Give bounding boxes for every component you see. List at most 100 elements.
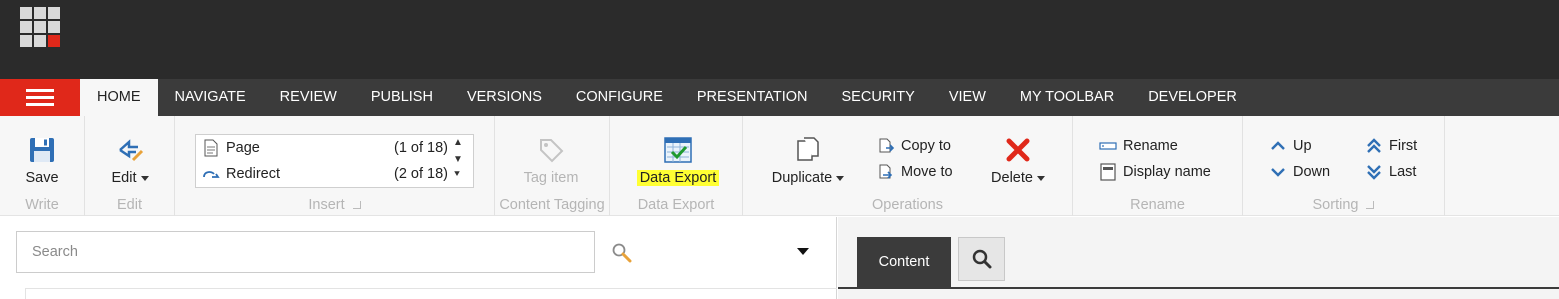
chevron-down-icon (1271, 168, 1285, 177)
duplicate-icon (797, 137, 819, 161)
tab-view[interactable]: VIEW (932, 79, 1003, 116)
search-icon (972, 249, 991, 269)
move-to-icon (879, 164, 893, 179)
dialog-launcher-icon[interactable] (352, 201, 361, 210)
tab-my-toolbar[interactable]: MY TOOLBAR (1003, 79, 1131, 116)
sort-first-button[interactable]: First (1365, 137, 1417, 155)
tab-security[interactable]: SECURITY (825, 79, 932, 116)
content-tagging-group: Tag item Content Tagging (495, 116, 610, 216)
search-options-dropdown-icon[interactable] (797, 248, 809, 255)
tab-presentation[interactable]: PRESENTATION (680, 79, 825, 116)
operations-group-label: Operations (872, 197, 943, 213)
move-to-button[interactable]: Move to (877, 163, 953, 181)
insert-item-name: Redirect (226, 166, 280, 182)
tab-home[interactable]: HOME (80, 79, 158, 116)
duplicate-button[interactable]: Duplicate (765, 136, 851, 186)
chevron-down-icon (1036, 175, 1045, 181)
content-tree-pane (0, 217, 837, 299)
rename-label: Rename (1123, 138, 1178, 154)
tab-publish[interactable]: PUBLISH (354, 79, 450, 116)
operations-group: Duplicate Copy to Move to Delete Operati… (743, 116, 1073, 216)
move-to-label: Move to (901, 164, 953, 180)
insert-group-label: Insert (175, 197, 494, 213)
write-group: Save Write (0, 116, 85, 216)
tab-versions[interactable]: VERSIONS (450, 79, 559, 116)
copy-to-button[interactable]: Copy to (877, 137, 951, 155)
duplicate-label: Duplicate (771, 170, 833, 186)
top-bar (0, 0, 1559, 58)
insert-options-list: Page (1 of 18) Redirect (2 of 18) ▲ ▼ ⯆ (195, 134, 474, 188)
edit-icon (119, 139, 144, 162)
search-input[interactable] (16, 231, 595, 273)
menu-icon[interactable] (0, 79, 80, 116)
save-button[interactable]: Save (18, 136, 66, 186)
tab-navigate[interactable]: NAVIGATE (158, 79, 263, 116)
ribbon-tabs: HOME NAVIGATE REVIEW PUBLISH VERSIONS CO… (80, 79, 1254, 116)
sorting-group-label: Sorting (1243, 197, 1444, 213)
sorting-label: Sorting (1312, 197, 1359, 213)
sort-down-label: Down (1293, 164, 1331, 180)
app-launcher-icon[interactable] (20, 7, 61, 48)
save-icon (30, 138, 54, 162)
insert-label: Insert (308, 197, 345, 213)
edit-group-label: Edit (117, 197, 142, 213)
rename-button[interactable]: Rename (1099, 137, 1178, 155)
sort-last-label: Last (1389, 164, 1417, 180)
tab-configure[interactable]: CONFIGURE (559, 79, 680, 116)
double-chevron-up-icon (1367, 138, 1381, 153)
delete-icon (1006, 138, 1030, 162)
search-tab-button[interactable] (958, 237, 1005, 281)
scroll-down-icon[interactable]: ▼ (453, 154, 463, 165)
display-name-button[interactable]: Display name (1099, 163, 1211, 181)
dialog-launcher-icon[interactable] (1366, 201, 1375, 210)
data-export-group-label: Data Export (637, 197, 715, 213)
content-tagging-group-label: Content Tagging (499, 197, 605, 213)
tree-area-edge (25, 288, 837, 299)
tab-developer[interactable]: DEVELOPER (1131, 79, 1254, 116)
rename-group: Rename Display name Rename (1073, 116, 1243, 216)
insert-item-page[interactable]: Page (1 of 18) (202, 137, 448, 159)
sort-last-button[interactable]: Last (1365, 163, 1416, 181)
sorting-group: Up Down First Last Sorting (1243, 116, 1445, 216)
chevron-down-icon (836, 175, 845, 181)
tag-item-button[interactable]: Tag item (495, 136, 607, 186)
insert-list-scroller[interactable]: ▲ ▼ ⯆ (453, 137, 465, 185)
editor-pane: Content (838, 217, 1559, 299)
ribbon-tab-strip: HOME NAVIGATE REVIEW PUBLISH VERSIONS CO… (0, 58, 1559, 116)
rename-icon (1099, 142, 1117, 150)
rename-group-label: Rename (1130, 197, 1185, 213)
tag-icon (540, 139, 564, 163)
scroll-up-icon[interactable]: ▲ (453, 137, 463, 148)
data-export-label: Data Export (636, 170, 720, 186)
edit-group: Edit Edit (85, 116, 175, 216)
delete-button[interactable]: Delete (983, 136, 1053, 186)
data-export-icon (664, 137, 692, 163)
sort-up-label: Up (1293, 138, 1312, 154)
redirect-icon (203, 171, 220, 178)
display-name-icon (1100, 163, 1116, 181)
copy-to-icon (879, 138, 895, 153)
sort-down-button[interactable]: Down (1269, 163, 1330, 181)
edit-label: Edit (111, 170, 137, 186)
scroll-more-icon[interactable]: ⯆ (453, 169, 461, 180)
insert-item-count: (2 of 18) (394, 166, 448, 182)
search-icon[interactable] (611, 242, 633, 264)
insert-item-redirect[interactable]: Redirect (2 of 18) (202, 163, 448, 185)
edit-button[interactable]: Edit (105, 136, 155, 186)
delete-label: Delete (991, 170, 1033, 186)
display-name-label: Display name (1123, 164, 1211, 180)
insert-item-count: (1 of 18) (394, 140, 448, 156)
write-group-label: Write (25, 197, 59, 213)
sort-up-button[interactable]: Up (1269, 137, 1312, 155)
tab-review[interactable]: REVIEW (263, 79, 354, 116)
insert-item-name: Page (226, 140, 260, 156)
chevron-down-icon (140, 175, 149, 181)
save-label: Save (25, 170, 59, 186)
tag-item-label: Tag item (523, 170, 579, 186)
page-icon (204, 139, 218, 157)
ribbon: Save Write Edit Edit Insert Page (1 of 1… (0, 116, 1559, 216)
data-export-button[interactable]: Data Export (628, 136, 728, 186)
double-chevron-down-icon (1367, 165, 1381, 180)
copy-to-label: Copy to (901, 138, 951, 154)
tab-content[interactable]: Content (857, 237, 951, 287)
